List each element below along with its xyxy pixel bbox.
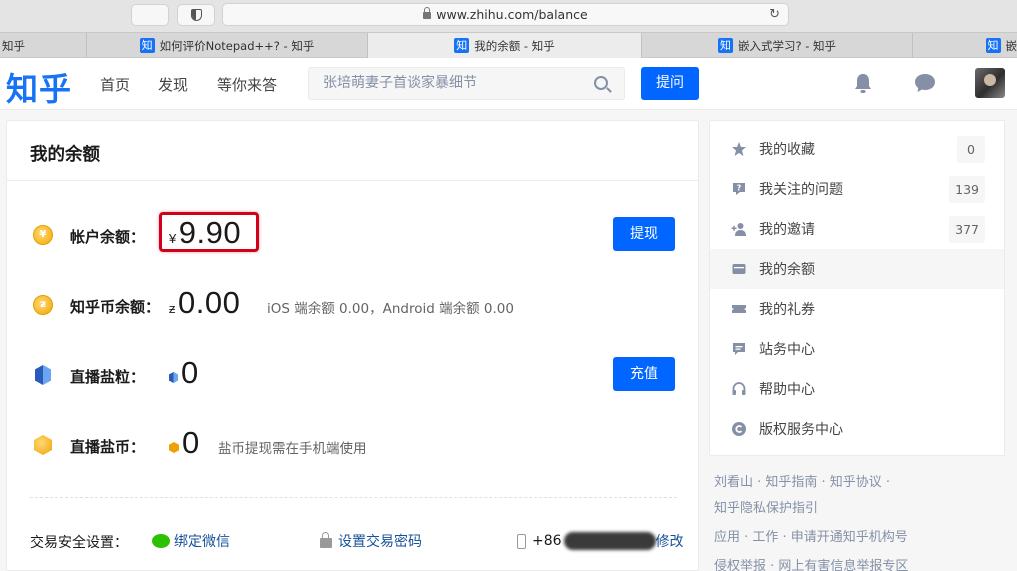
sidebar-item-collections[interactable]: 我的收藏 0 — [710, 129, 1004, 169]
sidebar-item-help-center[interactable]: 帮助中心 — [710, 369, 1004, 409]
sidebar-item-coupons[interactable]: 我的礼券 — [710, 289, 1004, 329]
zhihu-favicon-icon: 知 — [985, 38, 1001, 53]
salt-coin-small-icon — [169, 442, 179, 453]
sidebar-toggle-button[interactable] — [131, 4, 169, 26]
coin-balance-note: iOS 端余额 0.00，Android 端余额 0.00 — [267, 301, 514, 317]
address-bar[interactable]: www.zhihu.com/balance ↻ — [222, 3, 789, 26]
avatar[interactable] — [975, 68, 1005, 98]
salt-grain-icon — [35, 365, 51, 385]
count-badge: 377 — [949, 216, 985, 243]
search-icon[interactable] — [594, 76, 608, 90]
sidebar-item-followed-questions[interactable]: ? 我关注的问题 139 — [710, 169, 1004, 209]
search-input[interactable]: 张培萌妻子首谈家暴细节 — [308, 67, 625, 100]
coin-balance-value: ƶ0.00 — [169, 285, 241, 320]
star-icon — [732, 142, 746, 156]
zhihu-favicon-icon: 知 — [139, 38, 155, 53]
tab-overflow[interactable]: 知 嵌 — [913, 33, 1017, 58]
sidebar: 我的收藏 0 ? 我关注的问题 139 我的邀请 377 我的余额 我的礼券 站… — [709, 120, 1005, 456]
salt-coin-value: 0 — [169, 425, 200, 461]
salt-coin-note: 盐币提现需在手机端使用 — [218, 441, 367, 457]
withdraw-button[interactable]: 提现 — [613, 217, 675, 251]
headset-icon — [732, 382, 746, 395]
wechat-icon — [152, 534, 170, 548]
browser-toolbar: www.zhihu.com/balance ↻ — [0, 0, 1017, 32]
nav-discover[interactable]: 发现 — [158, 74, 188, 95]
question-icon: ? — [733, 183, 745, 195]
footer-links-line-1[interactable]: 刘看山 · 知乎指南 · 知乎协议 · — [714, 471, 890, 490]
divider — [30, 497, 677, 498]
copyright-icon — [732, 422, 746, 436]
phone-icon — [517, 533, 526, 549]
count-badge: 0 — [957, 136, 985, 163]
salt-coin-label: 直播盐币： — [70, 438, 146, 456]
sidebar-item-balance[interactable]: 我的余额 — [710, 249, 1004, 289]
chat-icon[interactable] — [913, 72, 937, 94]
message-icon — [733, 343, 745, 355]
lock-icon — [423, 7, 432, 19]
coupon-icon — [732, 305, 746, 313]
footer-links-line-2[interactable]: 知乎隐私保护指引 — [714, 497, 818, 516]
set-password-link[interactable]: 设置交易密码 — [320, 531, 422, 551]
zhihu-logo[interactable]: 知乎 — [6, 64, 72, 110]
reload-icon[interactable]: ↻ — [769, 7, 780, 22]
ask-button[interactable]: 提问 — [641, 67, 699, 100]
balance-card: 我的余额 ¥ 帐户余额： ¥9.90 提现 ƶ 知乎币余额： ƶ0.00 iOS… — [6, 120, 699, 571]
salt-grain-label: 直播盐粒： — [70, 368, 146, 386]
zhihu-coin-icon: ƶ — [33, 295, 53, 315]
tab-strip: 知乎 知 如何评价Notepad++? - 知乎 知 我的余额 - 知乎 知 嵌… — [0, 32, 1017, 58]
bell-icon[interactable] — [853, 72, 873, 94]
zhihu-favicon-icon: 知 — [717, 38, 733, 53]
privacy-shield-button[interactable] — [177, 4, 215, 26]
svg-text:?: ? — [737, 184, 742, 193]
sidebar-item-invitations[interactable]: 我的邀请 377 — [710, 209, 1004, 249]
footer-links-line-3[interactable]: 应用 · 工作 · 申请开通知乎机构号 — [714, 526, 908, 545]
redacted-phone-number — [563, 532, 656, 550]
count-badge: 139 — [949, 176, 985, 203]
tab-zhihu[interactable]: 知乎 — [0, 33, 87, 58]
salt-grain-value: 0 — [169, 355, 199, 391]
divider — [7, 180, 698, 181]
nav-waiting[interactable]: 等你来答 — [217, 74, 277, 95]
yuan-coin-icon: ¥ — [33, 225, 53, 245]
tab-embedded[interactable]: 知 嵌入式学习? - 知乎 — [642, 33, 913, 58]
salt-coin-icon — [34, 435, 52, 455]
coin-balance-label: 知乎币余额： — [70, 298, 161, 316]
phone-setting: +86 修改 — [517, 531, 684, 551]
footer-links-line-4[interactable]: 侵权举报 · 网上有害信息举报专区 — [714, 555, 908, 571]
nav-home[interactable]: 首页 — [100, 74, 130, 95]
sidebar-item-site-affairs[interactable]: 站务中心 — [710, 329, 1004, 369]
sidebar-item-copyright-center[interactable]: 版权服务中心 — [710, 409, 1004, 449]
modify-phone-link[interactable]: 修改 — [656, 531, 684, 551]
salt-grain-small-icon — [169, 372, 178, 383]
tab-notepad[interactable]: 知 如何评价Notepad++? - 知乎 — [87, 33, 368, 58]
invite-icon — [731, 223, 746, 236]
recharge-button[interactable]: 充值 — [613, 357, 675, 391]
zhihu-favicon-icon: 知 — [454, 38, 470, 53]
wallet-icon — [732, 264, 746, 274]
url-text: www.zhihu.com/balance — [436, 7, 588, 22]
site-header: 知乎 首页 发现 等你来答 张培萌妻子首谈家暴细节 提问 — [0, 58, 1017, 110]
shield-icon — [190, 9, 202, 21]
tab-balance[interactable]: 知 我的余额 - 知乎 — [368, 33, 642, 58]
account-balance-label: 帐户余额： — [70, 228, 146, 246]
bind-wechat-link[interactable]: 绑定微信 — [152, 531, 230, 551]
highlight-box — [159, 212, 259, 252]
lock-icon — [320, 532, 332, 548]
security-settings-label: 交易安全设置： — [30, 535, 128, 551]
page-title: 我的余额 — [30, 145, 100, 165]
